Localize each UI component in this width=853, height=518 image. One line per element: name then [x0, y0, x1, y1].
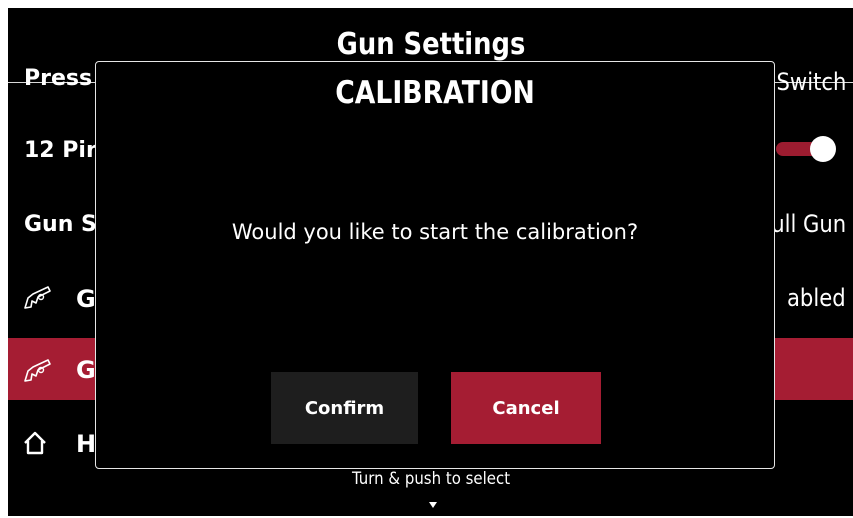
dialog-title: CALIBRATION — [335, 75, 535, 111]
list-item-label: Gun S — [24, 212, 97, 237]
page-title: Gun Settings — [336, 27, 526, 62]
list-item-label: H — [76, 430, 97, 458]
dialog-message: Would you like to start the calibration? — [231, 220, 639, 244]
list-item-label: Press — [24, 66, 93, 91]
gun-icon — [24, 286, 51, 309]
list-item-label: G — [76, 356, 96, 384]
toggle-switch[interactable] — [776, 136, 840, 162]
list-item-value: Switch — [776, 68, 846, 96]
screen: Gun Settings Press Switch 12 Pin Gun S u… — [8, 8, 853, 516]
confirm-button[interactable]: Confirm — [271, 372, 418, 444]
toggle-knob — [810, 136, 836, 162]
down-arrow-icon — [429, 502, 437, 508]
list-item-label: G — [76, 285, 96, 313]
home-icon — [24, 431, 46, 455]
gun-icon — [24, 359, 51, 382]
cancel-button[interactable]: Cancel — [451, 372, 601, 444]
calibration-dialog: CALIBRATION Would you like to start the … — [95, 61, 775, 469]
list-item-label: 12 Pin — [24, 138, 102, 163]
footer-hint: Turn & push to select — [351, 469, 511, 489]
list-item-value: abled — [787, 284, 846, 312]
list-item-value: ull Gun — [771, 210, 846, 238]
